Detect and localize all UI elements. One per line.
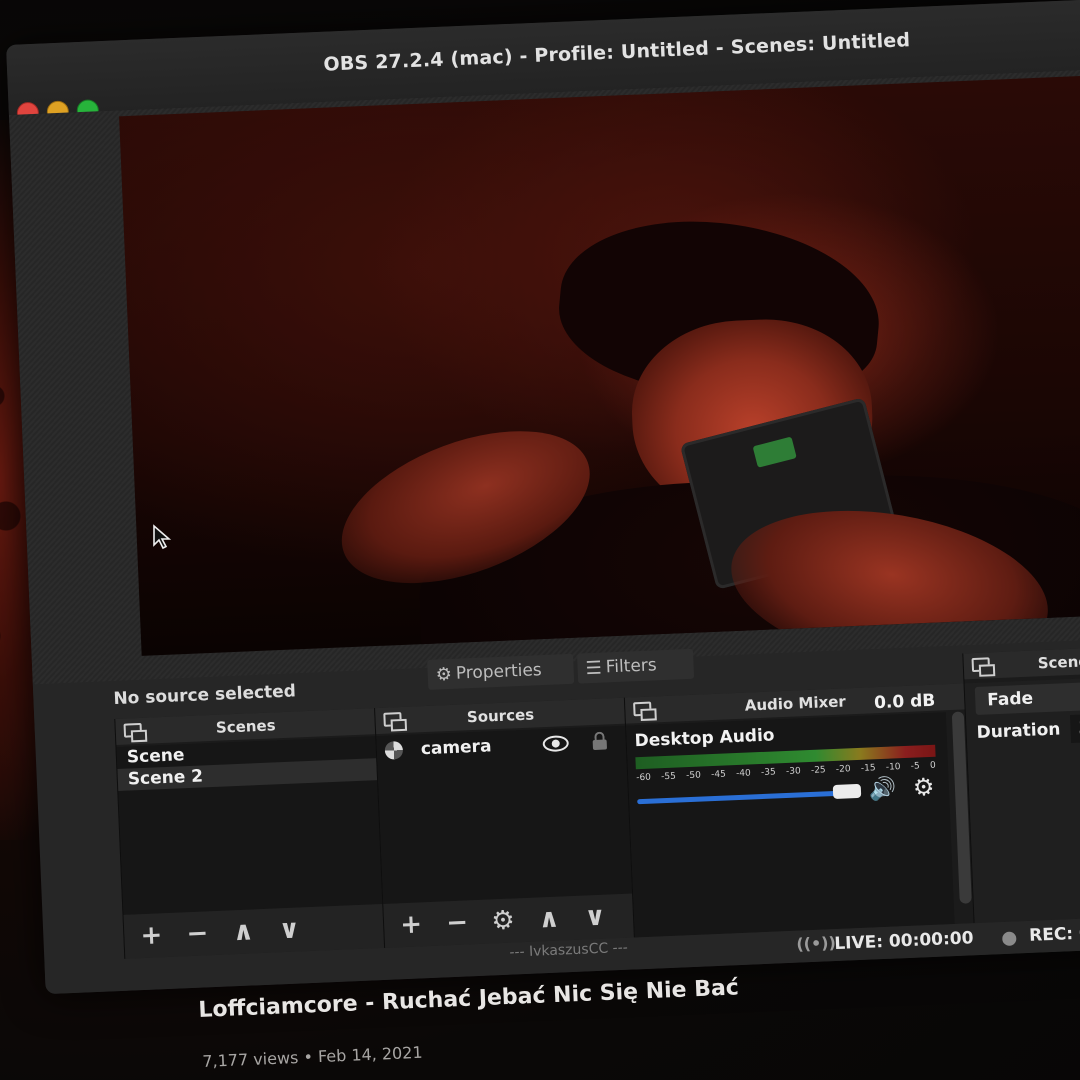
mixer-channel: Desktop Audio 0.0 dB -60 -55 -50 -45 -40… bbox=[626, 691, 955, 938]
meter-tick: -45 bbox=[710, 769, 727, 781]
remove-source-button[interactable]: − bbox=[444, 907, 471, 938]
meter-tick: -60 bbox=[636, 772, 652, 784]
meter-tick: -55 bbox=[661, 771, 677, 783]
screen: OBS 27.2.4 (mac) - Profile: Untitled - S… bbox=[0, 0, 1080, 1080]
duration-input[interactable]: 300 bbox=[1069, 710, 1080, 744]
move-scene-down-button[interactable]: ∨ bbox=[276, 914, 303, 945]
meter-tick: 0 bbox=[929, 760, 937, 771]
meter-tick: -30 bbox=[785, 766, 801, 777]
remove-scene-button[interactable]: − bbox=[184, 918, 211, 949]
add-scene-button[interactable]: + bbox=[138, 920, 165, 951]
sources-dock: Sources camera + − ⚙ ∧ ∨ bbox=[374, 697, 635, 948]
audio-mixer-dock: Audio Mixer Desktop Audio 0.0 dB -60 -55… bbox=[623, 683, 975, 938]
speaker-icon[interactable]: 🔊 bbox=[868, 776, 896, 802]
transition-select[interactable]: Fade bbox=[974, 676, 1080, 715]
rec-status: REC: 00:0 bbox=[1028, 922, 1080, 946]
sources-list: camera bbox=[376, 725, 634, 904]
channel-db: 0.0 dB bbox=[873, 690, 936, 714]
move-source-down-button[interactable]: ∨ bbox=[581, 902, 608, 933]
undock-icon[interactable] bbox=[971, 657, 991, 673]
meter-tick: -15 bbox=[860, 763, 876, 774]
scenes-dock: Scenes Scene Scene 2 + − ∧ ∨ bbox=[114, 708, 386, 959]
duration-label: Duration bbox=[976, 719, 1061, 743]
meter-tick: -40 bbox=[735, 768, 752, 780]
source-properties-button[interactable]: ⚙ bbox=[490, 905, 517, 936]
meter-tick: -50 bbox=[685, 770, 702, 782]
meter-tick: -35 bbox=[760, 767, 776, 779]
program-preview[interactable] bbox=[119, 74, 1080, 656]
scene-transitions-dock: Scene Tra Fade Duration 300 bbox=[962, 643, 1080, 924]
record-icon bbox=[1002, 931, 1017, 947]
move-source-up-button[interactable]: ∧ bbox=[535, 903, 562, 935]
video-meta: 7,177 views • Feb 14, 2021 bbox=[202, 1042, 423, 1071]
meter-tick: -5 bbox=[910, 761, 921, 772]
volume-slider-track[interactable] bbox=[637, 790, 838, 805]
volume-slider-handle[interactable] bbox=[832, 783, 862, 800]
filters-button[interactable]: ☰ Filters bbox=[576, 648, 695, 684]
properties-label: Properties bbox=[455, 660, 543, 684]
undock-icon[interactable] bbox=[123, 722, 143, 738]
phone-logo-icon bbox=[752, 436, 797, 468]
channel-name: Desktop Audio bbox=[634, 725, 775, 752]
undock-icon[interactable] bbox=[383, 712, 402, 727]
visibility-eye-icon[interactable] bbox=[542, 735, 570, 753]
properties-button[interactable]: ⚙ Properties bbox=[427, 653, 575, 690]
meter-tick: -25 bbox=[810, 765, 826, 776]
lock-icon[interactable] bbox=[592, 739, 608, 751]
live-status: LIVE: 00:00:00 bbox=[833, 928, 974, 955]
gear-icon[interactable]: ⚙ bbox=[912, 773, 935, 802]
obs-window: OBS 27.2.4 (mac) - Profile: Untitled - S… bbox=[6, 0, 1080, 995]
webcam-icon bbox=[384, 741, 404, 760]
transitions-body: Fade Duration 300 bbox=[964, 673, 1080, 924]
filter-icon: ☰ bbox=[585, 657, 603, 679]
mouse-cursor-icon bbox=[153, 524, 172, 550]
gear-icon: ⚙ bbox=[435, 663, 453, 686]
filters-label: Filters bbox=[605, 655, 658, 678]
add-source-button[interactable]: + bbox=[398, 909, 425, 940]
move-scene-up-button[interactable]: ∧ bbox=[230, 916, 257, 947]
scenes-list: Scene Scene 2 bbox=[116, 736, 384, 915]
undock-icon[interactable] bbox=[633, 701, 652, 717]
meter-tick: -10 bbox=[885, 762, 901, 773]
meter-tick: -20 bbox=[835, 764, 851, 775]
broadcast-icon: ((•)) bbox=[795, 933, 837, 954]
source-name: camera bbox=[420, 736, 492, 760]
